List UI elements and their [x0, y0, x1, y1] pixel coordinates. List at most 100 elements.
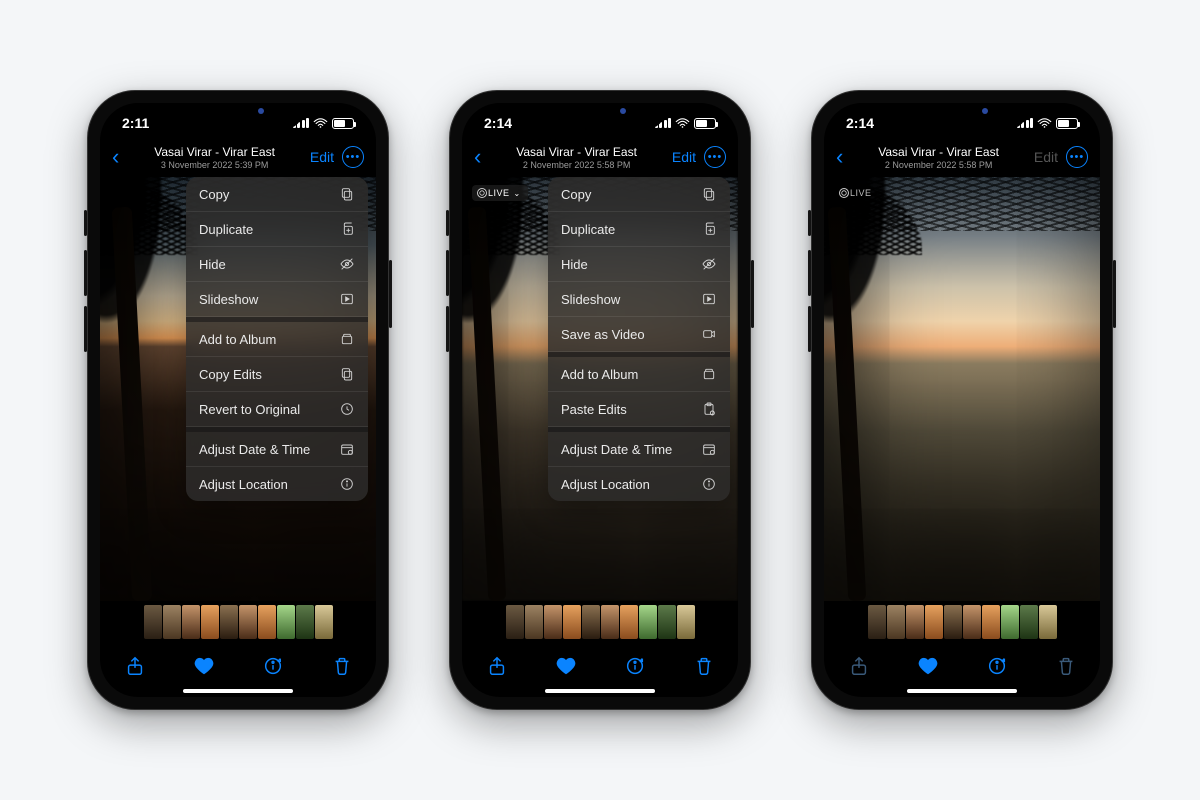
home-indicator[interactable]	[545, 689, 655, 693]
back-button[interactable]: ‹	[474, 144, 481, 170]
header-subtitle: 3 November 2022 5:39 PM	[154, 160, 275, 170]
photo-area[interactable]: Copy Duplicate Hide Slideshow Add to Alb…	[100, 177, 376, 601]
bottom-toolbar	[100, 645, 376, 687]
device-1: 2:11 ‹ Vasai Virar - Virar East 3 Novemb…	[87, 90, 389, 710]
video-icon	[701, 326, 717, 342]
wifi-icon	[313, 118, 328, 129]
menu-slideshow[interactable]: Slideshow	[548, 282, 730, 317]
nav-bar: ‹ Vasai Virar - Virar East 3 November 20…	[100, 137, 376, 177]
status-time: 2:14	[846, 115, 874, 131]
live-badge[interactable]: LIVE	[834, 185, 879, 201]
menu-adjust-location[interactable]: Adjust Location	[548, 467, 730, 501]
back-button[interactable]: ‹	[836, 144, 843, 170]
favorite-button[interactable]	[192, 654, 216, 678]
menu-duplicate[interactable]: Duplicate	[548, 212, 730, 247]
battery-icon	[1056, 118, 1078, 129]
thumbnail-strip[interactable]	[100, 605, 376, 641]
wifi-icon	[675, 118, 690, 129]
favorite-button[interactable]	[916, 654, 940, 678]
menu-adjust-date[interactable]: Adjust Date & Time	[548, 432, 730, 467]
album-icon	[339, 331, 355, 347]
delete-button	[1054, 654, 1078, 678]
thumbnail-strip[interactable]	[824, 605, 1100, 641]
live-badge[interactable]: LIVE ⌄	[472, 185, 528, 201]
device-3: 2:14 ‹ Vasai Virar - Virar East 2 Novemb…	[811, 90, 1113, 710]
duplicate-icon	[339, 221, 355, 237]
wifi-icon	[1037, 118, 1052, 129]
menu-add-album[interactable]: Add to Album	[548, 357, 730, 392]
play-icon	[701, 291, 717, 307]
live-label: LIVE	[850, 188, 872, 198]
favorite-button[interactable]	[554, 654, 578, 678]
thumbnail-strip[interactable]	[462, 605, 738, 641]
menu-paste-edits[interactable]: Paste Edits	[548, 392, 730, 427]
calendar-icon	[701, 441, 717, 457]
delete-button[interactable]	[692, 654, 716, 678]
header-title-area[interactable]: Vasai Virar - Virar East 2 November 2022…	[878, 145, 999, 170]
info-icon	[339, 476, 355, 492]
copy-icon	[339, 366, 355, 382]
header-title: Vasai Virar - Virar East	[878, 145, 999, 159]
status-time: 2:14	[484, 115, 512, 131]
nav-bar: ‹ Vasai Virar - Virar East 2 November 20…	[462, 137, 738, 177]
photo-area[interactable]: LIVE ⌄ Copy Duplicate Hide Slideshow Sav…	[462, 177, 738, 601]
menu-revert[interactable]: Revert to Original	[186, 392, 368, 427]
notch	[535, 103, 665, 129]
menu-hide[interactable]: Hide	[548, 247, 730, 282]
hide-icon	[701, 256, 717, 272]
edit-button: Edit	[1034, 149, 1058, 165]
more-button[interactable]: •••	[704, 146, 726, 168]
menu-adjust-date[interactable]: Adjust Date & Time	[186, 432, 368, 467]
photo-area[interactable]: LIVE	[824, 177, 1100, 601]
share-button	[847, 654, 871, 678]
header-title-area[interactable]: Vasai Virar - Virar East 2 November 2022…	[516, 145, 637, 170]
edit-button[interactable]: Edit	[310, 149, 334, 165]
play-icon	[339, 291, 355, 307]
header-title: Vasai Virar - Virar East	[154, 145, 275, 159]
delete-button[interactable]	[330, 654, 354, 678]
battery-icon	[694, 118, 716, 129]
duplicate-icon	[701, 221, 717, 237]
revert-icon	[339, 401, 355, 417]
chevron-down-icon: ⌄	[514, 189, 521, 198]
menu-slideshow[interactable]: Slideshow	[186, 282, 368, 317]
more-button[interactable]: •••	[1066, 146, 1088, 168]
home-indicator[interactable]	[907, 689, 1017, 693]
home-indicator[interactable]	[183, 689, 293, 693]
nav-bar: ‹ Vasai Virar - Virar East 2 November 20…	[824, 137, 1100, 177]
more-button[interactable]: •••	[342, 146, 364, 168]
album-icon	[701, 366, 717, 382]
share-button[interactable]	[485, 654, 509, 678]
menu-copy[interactable]: Copy	[186, 177, 368, 212]
info-button[interactable]	[261, 654, 285, 678]
copy-icon	[701, 186, 717, 202]
paste-icon	[701, 401, 717, 417]
share-button[interactable]	[123, 654, 147, 678]
bottom-toolbar	[824, 645, 1100, 687]
notch	[897, 103, 1027, 129]
menu-copy-edits[interactable]: Copy Edits	[186, 357, 368, 392]
menu-copy[interactable]: Copy	[548, 177, 730, 212]
menu-add-album[interactable]: Add to Album	[186, 322, 368, 357]
status-time: 2:11	[122, 115, 149, 131]
menu-adjust-location[interactable]: Adjust Location	[186, 467, 368, 501]
live-label: LIVE	[488, 188, 510, 198]
header-subtitle: 2 November 2022 5:58 PM	[878, 160, 999, 170]
battery-icon	[332, 118, 354, 129]
header-title-area[interactable]: Vasai Virar - Virar East 3 November 2022…	[154, 145, 275, 170]
info-button[interactable]	[985, 654, 1009, 678]
menu-hide[interactable]: Hide	[186, 247, 368, 282]
info-button[interactable]	[623, 654, 647, 678]
back-button[interactable]: ‹	[112, 144, 119, 170]
bottom-toolbar	[462, 645, 738, 687]
info-icon	[701, 476, 717, 492]
edit-button[interactable]: Edit	[672, 149, 696, 165]
context-menu: Copy Duplicate Hide Slideshow Save as Vi…	[548, 177, 730, 501]
menu-save-video[interactable]: Save as Video	[548, 317, 730, 352]
header-title: Vasai Virar - Virar East	[516, 145, 637, 159]
context-menu: Copy Duplicate Hide Slideshow Add to Alb…	[186, 177, 368, 501]
device-2: 2:14 ‹ Vasai Virar - Virar East 2 Novemb…	[449, 90, 751, 710]
notch	[173, 103, 303, 129]
header-subtitle: 2 November 2022 5:58 PM	[516, 160, 637, 170]
menu-duplicate[interactable]: Duplicate	[186, 212, 368, 247]
